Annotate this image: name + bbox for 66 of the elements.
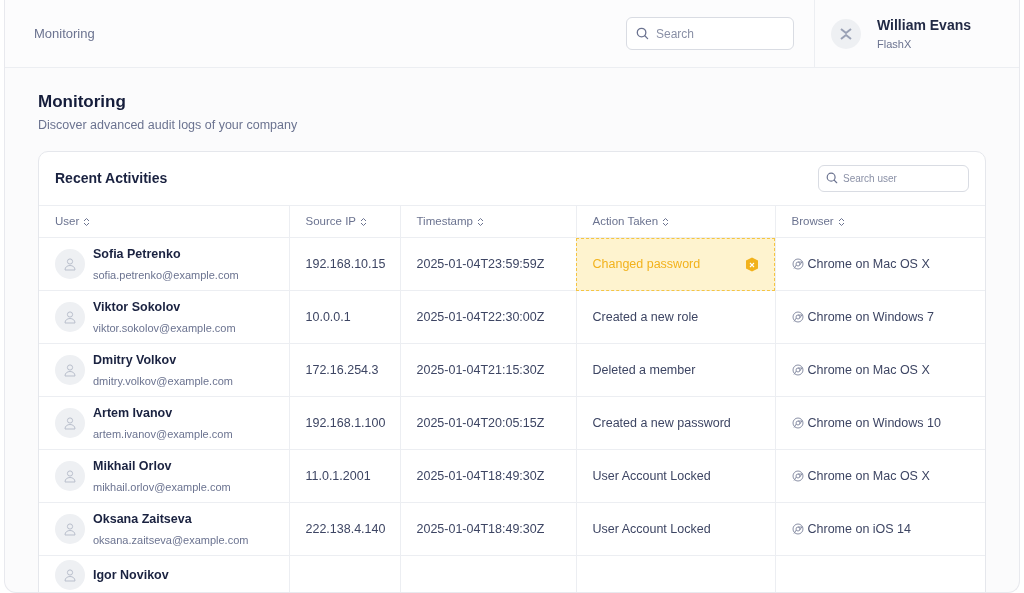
user-name: William Evans <box>877 15 972 35</box>
user-name: Dmitry Volkov <box>93 351 178 369</box>
user-email: dmitry.volkov@example.com <box>93 374 233 390</box>
table-cell: 11.0.1.2001 <box>305 468 371 483</box>
action-text: Changed password <box>592 255 701 273</box>
table-cell: 172.16.254.3 <box>305 362 379 377</box>
browser-icon <box>791 417 804 430</box>
browser-icon <box>791 311 804 324</box>
table-cell: Created a new password <box>592 415 731 430</box>
table-cell: 2025-01-04T21:15:30Z <box>416 362 545 377</box>
company-name: FlashX <box>877 36 913 52</box>
table-cell: 2025-01-04T20:05:15Z <box>416 415 545 430</box>
user-name: Artem Ivanov <box>93 404 174 422</box>
page-subtitle: Discover advanced audit logs of your company <box>38 117 299 135</box>
avatar-icon <box>55 355 85 386</box>
table-cell: User Account Locked <box>592 468 711 483</box>
table-cell: Created a new role <box>592 309 699 324</box>
column-header[interactable]: User <box>55 213 91 231</box>
sort-icon <box>837 216 845 227</box>
avatar-icon <box>55 302 85 333</box>
user-email: viktor.sokolov@example.com <box>93 321 236 337</box>
avatar-icon <box>55 461 85 492</box>
user-name: Oksana Zaitseva <box>93 510 193 528</box>
breadcrumb: Monitoring <box>33 24 96 43</box>
table-cell: 192.168.1.100 <box>305 415 386 430</box>
table-cell-text: Chrome on Mac OS X <box>807 255 930 273</box>
table-cell-text: Chrome on Mac OS X <box>807 467 930 485</box>
table-cell: 2025-01-04T18:49:30Z <box>416 521 545 536</box>
sort-icon <box>662 216 670 227</box>
search-field[interactable]: Search <box>626 17 794 50</box>
browser-icon <box>791 364 804 377</box>
avatar-icon <box>55 408 85 439</box>
table-cell: Deleted a member <box>592 362 696 377</box>
avatar-icon <box>55 249 85 280</box>
user-email: oksana.zaitseva@example.com <box>93 533 249 549</box>
avatar-icon <box>55 514 85 545</box>
sort-icon <box>476 216 484 227</box>
search-field[interactable]: Search user <box>818 165 969 193</box>
table-cell: 10.0.0.1 <box>305 309 351 324</box>
table-cell-text: Chrome on Mac OS X <box>807 361 930 379</box>
table-cell: 2025-01-04T18:49:30Z <box>416 468 545 483</box>
user-email: sofia.petrenko@example.com <box>93 268 239 284</box>
logo-avatar <box>831 18 861 49</box>
table-cell: 2025-01-04T22:30:00Z <box>416 309 545 324</box>
card-title: Recent Activities <box>55 169 168 189</box>
sort-icon <box>83 216 91 227</box>
column-header[interactable]: Browser <box>791 213 845 231</box>
table-cell-text: Chrome on Windows 10 <box>807 414 941 432</box>
sort-icon <box>360 216 367 227</box>
page-title: Monitoring <box>38 92 127 113</box>
shield-icon <box>744 256 759 272</box>
browser-icon <box>791 258 804 271</box>
user-email: artem.ivanov@example.com <box>93 427 233 443</box>
table-cell-text: Chrome on iOS 14 <box>807 520 912 538</box>
browser-icon <box>791 470 804 483</box>
table-cell-text: Chrome on Windows 7 <box>807 308 934 326</box>
browser-icon <box>791 523 804 536</box>
user-name: Mikhail Orlov <box>93 457 173 475</box>
table-cell: 192.168.10.15 <box>305 256 386 271</box>
user-name: Sofia Petrenko <box>93 245 182 263</box>
user-name: Igor Novikov <box>93 566 169 584</box>
user-name: Viktor Sokolov <box>93 298 182 316</box>
table-cell: User Account Locked <box>592 521 711 536</box>
table-cell: 222.138.4.140 <box>305 521 386 536</box>
table-cell: 2025-01-04T23:59:59Z <box>416 256 545 271</box>
user-email: mikhail.orlov@example.com <box>93 480 231 496</box>
